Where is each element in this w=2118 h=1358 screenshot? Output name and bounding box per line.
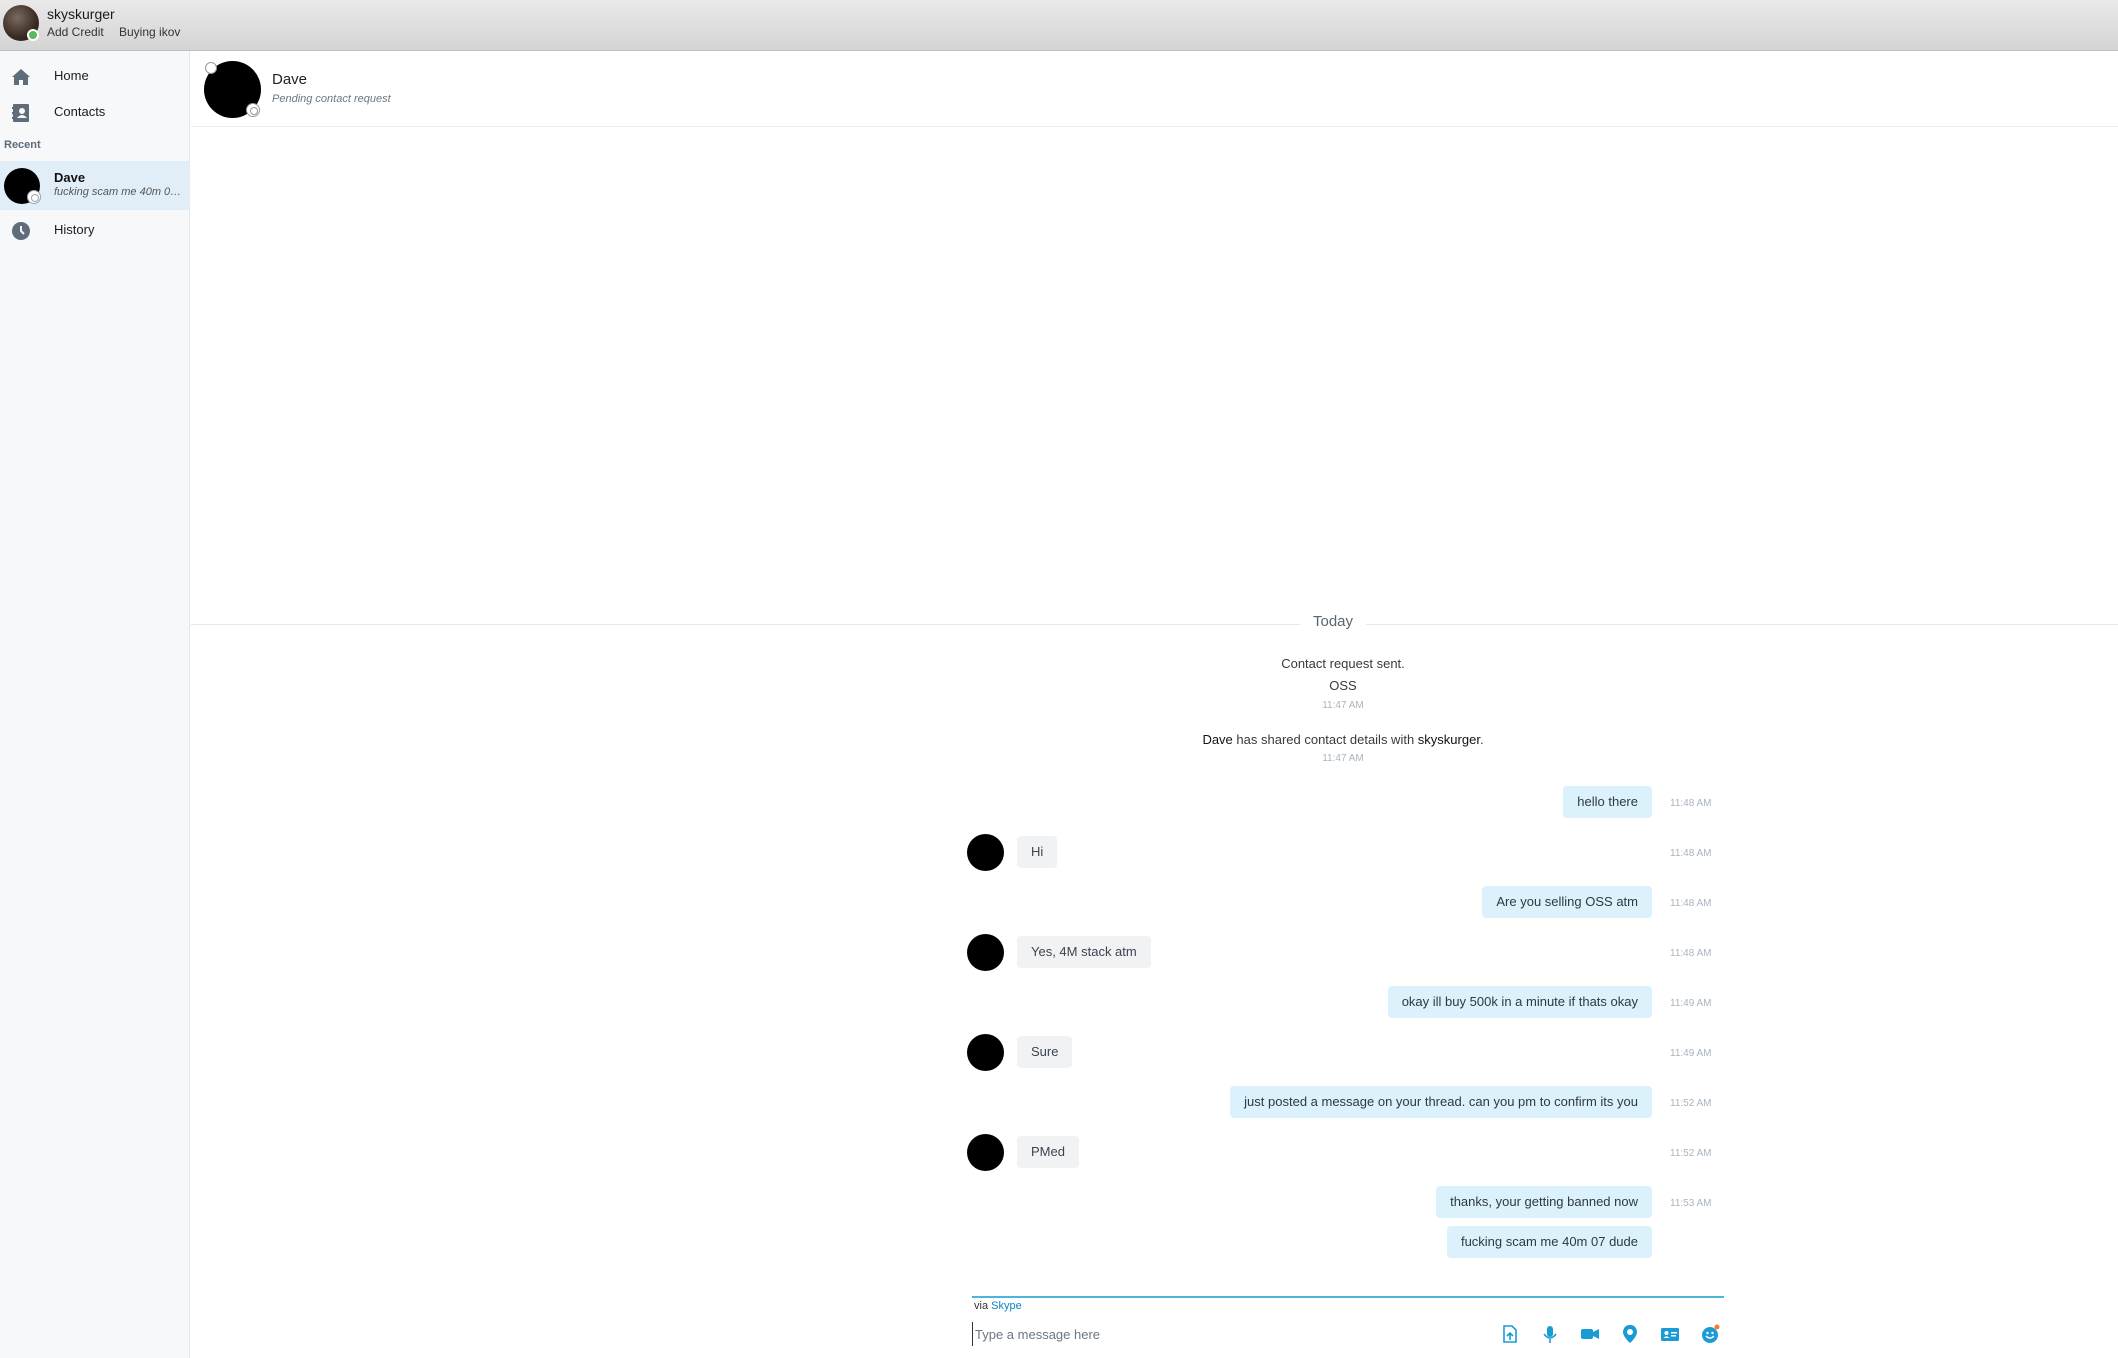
message-time: 11:48 AM bbox=[1670, 798, 1712, 809]
message-incoming[interactable]: Sure bbox=[1017, 1036, 1073, 1068]
message-time: 11:52 AM bbox=[1670, 1148, 1712, 1159]
sidebar-item-label: Home bbox=[54, 68, 89, 83]
sidebar-item-home[interactable]: Home bbox=[0, 59, 190, 93]
system-message-sub: OSS bbox=[1329, 678, 1357, 693]
message-incoming[interactable]: Hi bbox=[1017, 836, 1058, 868]
system-message: Contact request sent. bbox=[1281, 656, 1405, 671]
message-outgoing[interactable]: thanks, your getting banned now bbox=[1436, 1186, 1652, 1218]
clock-icon bbox=[12, 222, 30, 240]
message-time: 11:53 AM bbox=[1670, 1198, 1712, 1209]
day-divider bbox=[191, 624, 2118, 625]
location-icon[interactable] bbox=[1619, 1323, 1641, 1345]
add-credit-link[interactable]: Add Credit bbox=[47, 25, 104, 39]
avatar[interactable] bbox=[967, 1034, 1004, 1071]
recent-conversation-dave[interactable]: Dave fucking scam me 40m 07 dude bbox=[0, 161, 190, 210]
system-message-shared-contact: Dave has shared contact details with sky… bbox=[1100, 732, 1586, 747]
message-time: 11:52 AM bbox=[1670, 1098, 1712, 1109]
contact-badge-icon bbox=[205, 62, 217, 74]
message-time: 11:48 AM bbox=[1670, 898, 1712, 909]
message-outgoing[interactable]: hello there bbox=[1563, 786, 1652, 818]
composer-divider bbox=[972, 1296, 1724, 1298]
message-time: 11:48 AM bbox=[1670, 948, 1712, 959]
avatar[interactable] bbox=[967, 934, 1004, 971]
sidebar-item-contacts[interactable]: Contacts bbox=[0, 95, 190, 129]
top-bar: skyskurger Add Credit Buying ikov bbox=[0, 0, 2118, 51]
video-message-icon[interactable] bbox=[1579, 1323, 1601, 1345]
message-outgoing[interactable]: just posted a message on your thread. ca… bbox=[1230, 1086, 1652, 1118]
contacts-icon bbox=[12, 104, 29, 122]
mood-message-link[interactable]: Buying ikov bbox=[119, 25, 180, 39]
online-status-icon bbox=[27, 29, 39, 41]
via-prefix: via bbox=[974, 1300, 989, 1312]
via-skype-link[interactable]: Skype bbox=[991, 1300, 1022, 1312]
target-name: skyskurger bbox=[1417, 732, 1480, 747]
recent-section-label: Recent bbox=[4, 139, 41, 151]
actor-name: Dave bbox=[1202, 732, 1233, 747]
system-text: has shared contact details with bbox=[1232, 732, 1418, 747]
pending-status-icon bbox=[246, 103, 260, 117]
recent-message-preview: fucking scam me 40m 07 dude bbox=[54, 186, 184, 198]
my-username[interactable]: skyskurger bbox=[47, 6, 115, 22]
sidebar-item-history[interactable]: History bbox=[0, 213, 190, 247]
avatar[interactable] bbox=[967, 1134, 1004, 1171]
message-time: 11:49 AM bbox=[1670, 998, 1712, 1009]
chat-header: Dave Pending contact request bbox=[191, 51, 2118, 127]
sidebar-item-label: History bbox=[54, 222, 95, 237]
via-label: via Skype bbox=[974, 1300, 1022, 1312]
home-icon bbox=[12, 69, 30, 85]
pending-status-icon bbox=[27, 190, 41, 204]
contact-name[interactable]: Dave bbox=[272, 71, 307, 88]
message-incoming[interactable]: Yes, 4M stack atm bbox=[1017, 936, 1151, 968]
sidebar-item-label: Contacts bbox=[54, 104, 106, 119]
emoji-icon[interactable] bbox=[1699, 1323, 1721, 1345]
system-text-end: . bbox=[1479, 732, 1484, 747]
message-time: 11:48 AM bbox=[1670, 848, 1712, 859]
contact-card-icon[interactable] bbox=[1659, 1323, 1681, 1345]
file-icon[interactable] bbox=[1499, 1323, 1521, 1345]
message-outgoing[interactable]: okay ill buy 500k in a minute if thats o… bbox=[1387, 986, 1652, 1018]
day-divider-label: Today bbox=[1300, 613, 1366, 630]
microphone-icon[interactable] bbox=[1539, 1323, 1561, 1345]
system-message-time: 11:47 AM bbox=[1322, 753, 1364, 764]
recent-contact-name: Dave bbox=[54, 170, 86, 185]
message-input[interactable] bbox=[972, 1322, 1492, 1346]
avatar[interactable] bbox=[967, 834, 1004, 871]
message-outgoing[interactable]: fucking scam me 40m 07 dude bbox=[1446, 1226, 1652, 1258]
system-message-time: 11:47 AM bbox=[1322, 700, 1364, 711]
sidebar: Home Contacts Recent Dave fucking scam m… bbox=[0, 51, 190, 1358]
message-outgoing[interactable]: Are you selling OSS atm bbox=[1482, 886, 1652, 918]
contact-status: Pending contact request bbox=[272, 93, 391, 105]
message-time: 11:49 AM bbox=[1670, 1048, 1712, 1059]
message-incoming[interactable]: PMed bbox=[1017, 1136, 1079, 1168]
